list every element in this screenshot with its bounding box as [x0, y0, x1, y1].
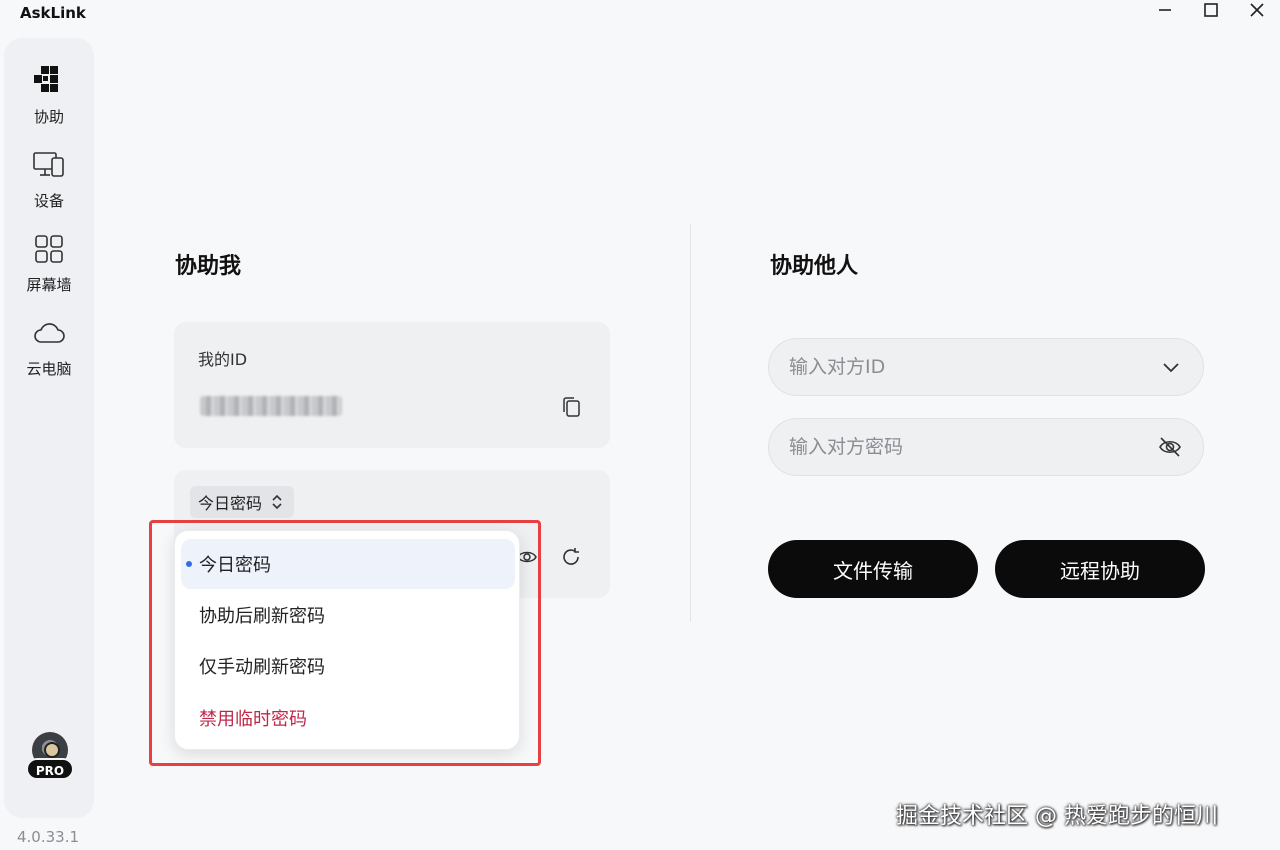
copy-id-button[interactable] [558, 394, 584, 420]
screen-wall-icon [35, 235, 63, 263]
file-transfer-button[interactable]: 文件传输 [768, 540, 978, 598]
devices-icon [33, 152, 64, 177]
minimize-icon [1159, 9, 1171, 11]
sidebar-item-label: 屏幕墙 [26, 276, 72, 294]
my-id-value-blurred [200, 396, 342, 416]
cloud-icon [34, 323, 65, 343]
maximize-button[interactable] [1188, 0, 1234, 20]
sidebar-item-cloud-pc[interactable]: 云电脑 [4, 316, 94, 379]
dropdown-option-today-password[interactable]: 今日密码 [181, 539, 515, 589]
sidebar-item-label: 协助 [33, 108, 64, 126]
partner-id-input[interactable] [789, 356, 1159, 378]
dropdown-option-label: 仅手动刷新密码 [199, 657, 325, 678]
refresh-icon [563, 548, 579, 565]
close-icon [1250, 3, 1264, 17]
refresh-password-button[interactable] [558, 544, 584, 570]
pro-badge: PRO [26, 758, 74, 780]
copy-icon [563, 397, 580, 417]
user-avatar[interactable]: PRO [26, 732, 74, 788]
partner-password-input[interactable] [789, 436, 1157, 458]
sidebar-item-devices[interactable]: 设备 [4, 148, 94, 211]
remote-assist-button[interactable]: 远程协助 [995, 540, 1205, 598]
dropdown-option-label: 协助后刷新密码 [199, 606, 325, 627]
chevron-down-icon[interactable] [1159, 355, 1183, 379]
assist-icon [34, 66, 58, 92]
password-mode-dropdown: 今日密码 协助后刷新密码 仅手动刷新密码 禁用临时密码 [174, 530, 520, 750]
dropdown-option-disable-temp-password[interactable]: 禁用临时密码 [181, 693, 515, 743]
window-controls [1142, 0, 1280, 20]
password-mode-select[interactable]: 今日密码 [190, 486, 295, 518]
sidebar: 协助 设备 屏幕墙 云电脑 PRO [4, 38, 94, 818]
assist-others-title: 协助他人 [770, 254, 859, 279]
my-id-card: 我的ID [174, 322, 610, 448]
sidebar-item-label: 设备 [33, 192, 64, 210]
assist-me-title: 协助我 [175, 254, 242, 279]
my-id-label: 我的ID [198, 350, 248, 369]
maximize-icon [1204, 3, 1218, 17]
version-label: 4.0.33.1 [17, 828, 80, 846]
close-button[interactable] [1234, 0, 1280, 20]
sidebar-item-assist[interactable]: 协助 [4, 64, 94, 127]
selected-dot-icon [186, 561, 192, 567]
minimize-button[interactable] [1142, 0, 1188, 20]
partner-id-field[interactable] [768, 338, 1204, 396]
panel-divider [690, 224, 691, 622]
sidebar-item-label: 云电脑 [26, 360, 72, 378]
partner-password-field[interactable] [768, 418, 1204, 476]
password-mode-value: 今日密码 [198, 494, 263, 513]
sidebar-item-screen-wall[interactable]: 屏幕墙 [4, 232, 94, 295]
dropdown-option-label: 今日密码 [199, 555, 271, 576]
eye-off-icon[interactable] [1157, 434, 1183, 460]
watermark: 掘金技术社区 @ 热爱跑步的恒川 [896, 804, 1218, 829]
dropdown-option-refresh-after-assist[interactable]: 协助后刷新密码 [181, 590, 515, 640]
chevron-updown-icon [272, 494, 282, 510]
dropdown-option-manual-refresh[interactable]: 仅手动刷新密码 [181, 641, 515, 691]
dropdown-option-label: 禁用临时密码 [199, 709, 307, 730]
app-title: AskLink [20, 4, 86, 22]
